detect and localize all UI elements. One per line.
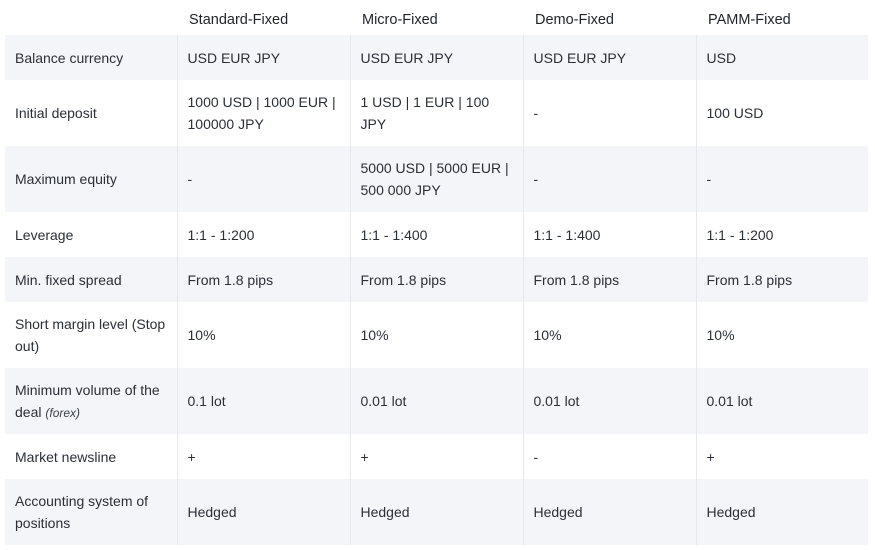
cell-demo: 0.01 lot (522, 368, 696, 434)
row-label: Minimum volume of the deal (forex) (5, 368, 177, 434)
cell-micro: Hedged (349, 479, 523, 545)
row-label-text: Minimum volume of the deal (15, 381, 160, 420)
cell-standard: From 1.8 pips (176, 257, 350, 302)
header-micro-fixed: Micro-Fixed (350, 0, 523, 35)
table-row-short-margin-level: Short margin level (Stop out) 10% 10% 10… (5, 302, 868, 368)
cell-pamm: 0.01 lot (695, 368, 868, 434)
cell-micro: 1 USD | 1 EUR | 100 JPY (349, 80, 523, 146)
cell-demo: USD EUR JPY (522, 35, 696, 80)
row-label: Balance currency (5, 35, 177, 80)
header-demo-fixed: Demo-Fixed (523, 0, 696, 35)
table-row-leverage: Leverage 1:1 - 1:200 1:1 - 1:400 1:1 - 1… (5, 212, 868, 257)
table-row-min-fixed-spread: Min. fixed spread From 1.8 pips From 1.8… (5, 257, 868, 302)
cell-demo: Hedged (522, 479, 696, 545)
cell-pamm: From 1.8 pips (695, 257, 868, 302)
cell-demo: 10% (522, 302, 696, 368)
table-row-minimum-volume: Minimum volume of the deal (forex) 0.1 l… (5, 368, 868, 434)
cell-pamm: 1:1 - 1:200 (695, 212, 868, 257)
cell-micro: 5000 USD | 5000 EUR | 500 000 JPY (349, 146, 523, 212)
account-comparison-table: Standard-Fixed Micro-Fixed Demo-Fixed PA… (5, 0, 868, 545)
cell-demo: - (522, 146, 696, 212)
header-row: Standard-Fixed Micro-Fixed Demo-Fixed PA… (5, 0, 868, 35)
cell-pamm: + (695, 434, 868, 479)
header-standard-fixed: Standard-Fixed (177, 0, 350, 35)
table-row-initial-deposit: Initial deposit 1000 USD | 1000 EUR | 10… (5, 80, 868, 146)
cell-pamm: Hedged (695, 479, 868, 545)
table-row-maximum-equity: Maximum equity - 5000 USD | 5000 EUR | 5… (5, 146, 868, 212)
header-pamm-fixed: PAMM-Fixed (696, 0, 868, 35)
cell-pamm: USD (695, 35, 868, 80)
cell-micro: 1:1 - 1:400 (349, 212, 523, 257)
row-label: Maximum equity (5, 146, 177, 212)
cell-micro: From 1.8 pips (349, 257, 523, 302)
cell-standard: - (176, 146, 350, 212)
cell-standard: Hedged (176, 479, 350, 545)
row-label: Min. fixed spread (5, 257, 177, 302)
cell-standard: 10% (176, 302, 350, 368)
table-row-accounting-system: Accounting system of positions Hedged He… (5, 479, 868, 545)
cell-pamm: 100 USD (695, 80, 868, 146)
row-label: Leverage (5, 212, 177, 257)
cell-demo: - (522, 80, 696, 146)
cell-standard: 1:1 - 1:200 (176, 212, 350, 257)
cell-micro: 0.01 lot (349, 368, 523, 434)
cell-standard: + (176, 434, 350, 479)
cell-demo: - (522, 434, 696, 479)
cell-micro: + (349, 434, 523, 479)
header-empty (5, 0, 177, 35)
cell-demo: From 1.8 pips (522, 257, 696, 302)
cell-pamm: - (695, 146, 868, 212)
table-row-market-newsline: Market newsline + + - + (5, 434, 868, 479)
row-label: Initial deposit (5, 80, 177, 146)
row-label-note: (forex) (45, 405, 81, 420)
row-label: Market newsline (5, 434, 177, 479)
row-label: Accounting system of positions (5, 479, 177, 545)
cell-pamm: 10% (695, 302, 868, 368)
row-label: Short margin level (Stop out) (5, 302, 177, 368)
table-row-balance-currency: Balance currency USD EUR JPY USD EUR JPY… (5, 35, 868, 80)
cell-standard: USD EUR JPY (176, 35, 350, 80)
cell-standard: 1000 USD | 1000 EUR | 100000 JPY (176, 80, 350, 146)
cell-micro: 10% (349, 302, 523, 368)
cell-standard: 0.1 lot (176, 368, 350, 434)
cell-micro: USD EUR JPY (349, 35, 523, 80)
cell-demo: 1:1 - 1:400 (522, 212, 696, 257)
